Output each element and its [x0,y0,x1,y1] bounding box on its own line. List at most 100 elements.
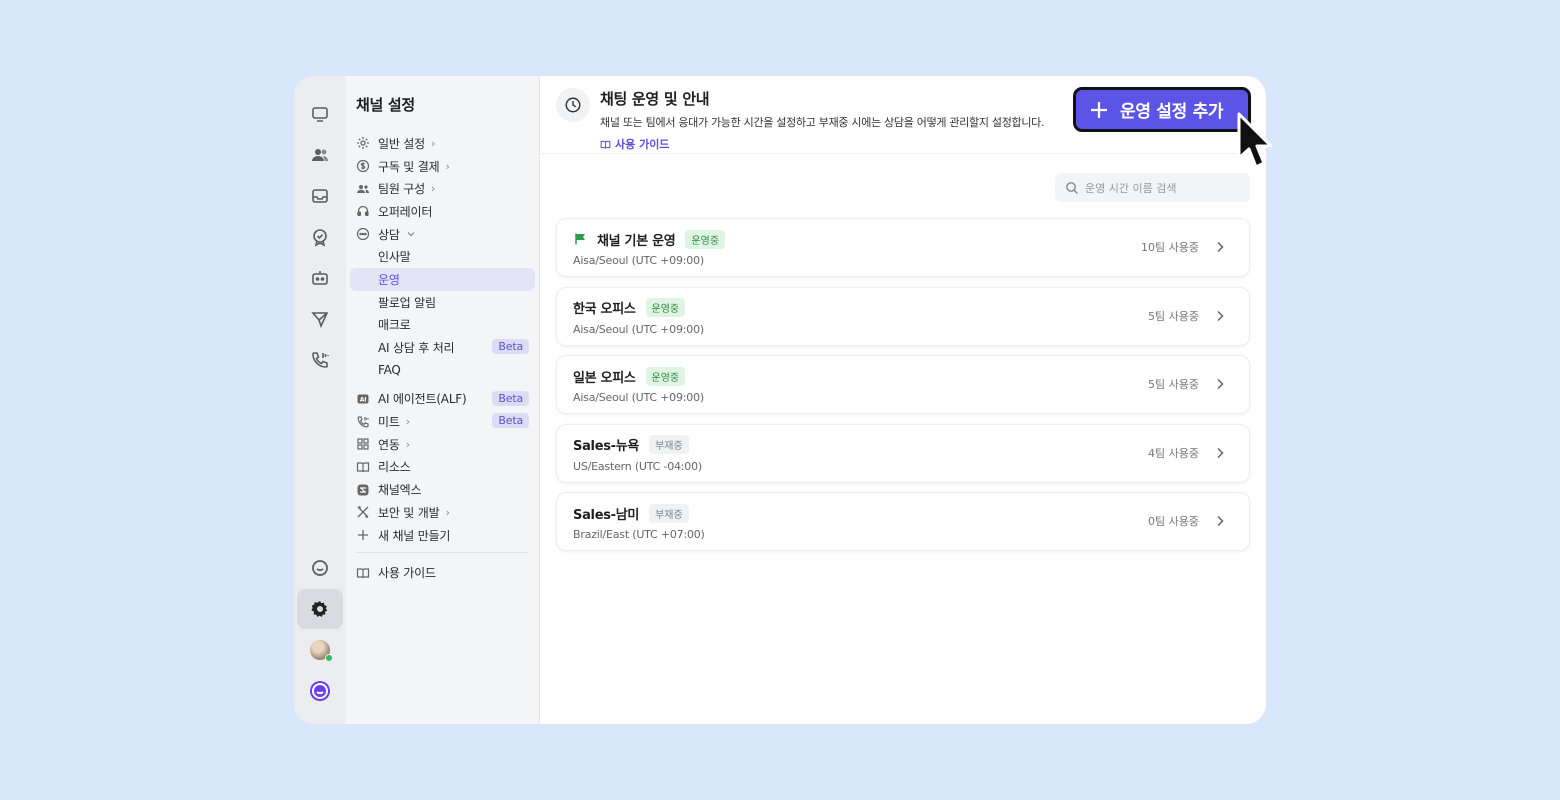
tools-icon [356,505,370,519]
status-badge: 부재중 [649,435,689,454]
rail-profile[interactable] [297,630,343,670]
online-status-dot [325,654,333,662]
app-window: 채널 설정 일반 설정 › 구독 및 결제 › 팀원 구성 › 오퍼레이터 상담… [294,76,1266,724]
book-icon [356,460,370,474]
team-count: 5팀 사용중 [1148,309,1199,323]
chevron-right-icon: › [405,415,410,429]
chevron-right-icon [1217,447,1224,458]
team-count: 0팀 사용중 [1148,515,1199,528]
status-badge: 부재중 [649,503,689,523]
operation-card[interactable]: Sales-남미 부재중 Brazil/East (UTC +07:00) 0팀… [556,492,1250,551]
card-name: 한국 오피스 [573,302,636,317]
chevron-right-icon: › [445,505,450,519]
nav-operators[interactable]: 오퍼레이터 [350,200,535,223]
chevron-right-icon: › [430,136,436,150]
beta-badge: Beta [492,413,529,429]
chevron-right-icon [1217,310,1224,321]
nav-ai-agent[interactable]: AI AI 에이전트(ALF) Beta [350,388,535,411]
nav-consult[interactable]: 상담 [350,223,535,246]
plus-icon [1091,101,1107,118]
users-icon [356,182,370,196]
card-timezone: Aisa/Seoul (UTC +09:00) [573,322,704,336]
nav-macro[interactable]: 매크로 [350,314,535,337]
chevron-right-icon [1217,241,1224,253]
rail-send[interactable] [297,299,343,339]
page-title: 채팅 운영 및 안내 [600,90,710,108]
nav-new-channel[interactable]: 새 채널 만들기 [350,524,535,547]
operation-card[interactable]: 채널 기본 운영 운영중 Aisa/Seoul (UTC +09:00) 10팀… [556,218,1250,277]
page-description: 채널 또는 팀에서 응대가 가능한 시간을 설정하고 부재중 시에는 상담을 어… [600,116,1045,129]
nav-operation[interactable]: 운영 [350,268,535,291]
nav-meet[interactable]: 미트 › Beta [350,410,535,433]
book-icon [356,566,370,580]
team-count: 10팀 사용중 [1141,241,1199,254]
clock-icon [565,97,581,113]
rail-settings[interactable] [297,589,343,629]
nav-channelx[interactable]: 채널엑스 [350,478,535,501]
main-content: 채팅 운영 및 안내 채널 또는 팀에서 응대가 가능한 시간을 설정하고 부재… [540,76,1266,724]
chevron-right-icon [1217,378,1224,390]
nav-team-members[interactable]: 팀원 구성 › [350,177,535,200]
dollar-icon [356,159,370,173]
rail-inbox[interactable] [297,176,343,216]
ai-icon: AI [356,392,370,406]
card-timezone: Brazil/East (UTC +07:00) [573,528,705,541]
settings-sidebar: 채널 설정 일반 설정 › 구독 및 결제 › 팀원 구성 › 오퍼레이터 상담… [346,76,540,724]
rail-monitor[interactable] [297,94,343,134]
chevron-right-icon [1217,515,1224,527]
monitor-icon [312,107,328,122]
user-guide-link[interactable]: 사용 가이드 [600,136,1044,152]
nav-billing[interactable]: 구독 및 결제 › [350,155,535,178]
nav-general-settings[interactable]: 일반 설정 › [350,132,535,155]
nav-security-dev[interactable]: 보안 및 개발 › [350,501,535,524]
status-badge: 운영중 [645,366,686,386]
add-operation-setting-button[interactable]: 운영 설정 추가 [1073,87,1251,132]
nav-faq[interactable]: FAQ [350,359,535,382]
chat-bubble-icon [312,560,328,576]
svg-text:AI: AI [360,397,366,404]
plus-icon [356,528,370,542]
rail-contacts[interactable] [297,135,343,175]
clock-icon-wrap [556,88,590,122]
send-icon [311,312,329,329]
beta-badge: Beta [492,339,529,355]
phone-icon [312,352,329,368]
chevron-right-icon: › [405,437,410,451]
team-count: 5팀 사용중 [1148,378,1199,391]
phone-icon [356,415,370,429]
nav-followup[interactable]: 팔로업 알림 [350,291,535,314]
beta-badge: Beta [492,390,529,406]
badge-check-icon [313,229,327,247]
operation-card[interactable]: 일본 오피스 운영중 Aisa/Seoul (UTC +09:00) 5팀 사용… [556,355,1250,414]
rail-brand[interactable] [297,671,343,711]
nav-resources[interactable]: 리소스 [350,456,535,479]
bot-icon [312,271,328,285]
channel-logo-icon [310,681,330,701]
search-icon [1066,181,1078,194]
rail-tasks[interactable] [297,217,343,257]
card-timezone: Aisa/Seoul (UTC +09:00) [573,254,704,267]
chevron-down-icon [406,229,416,239]
nav-integrations[interactable]: 연동 › [350,433,535,456]
rail-bot[interactable] [297,258,343,298]
search-input[interactable]: 운영 시간 이름 검색 [1055,173,1250,202]
headset-icon [356,204,370,218]
icon-rail [294,76,346,724]
card-timezone: US/Eastern (UTC -04:00) [573,459,702,473]
team-count: 4팀 사용중 [1148,446,1199,460]
rail-channel-home[interactable] [297,548,343,588]
users-icon [312,149,328,161]
status-badge: 운영중 [645,298,686,317]
nav-ai-post-processing[interactable]: AI 상담 후 처리 Beta [350,336,535,359]
nav-greeting[interactable]: 인사말 [350,245,535,268]
card-name: 채널 기본 운영 [597,233,676,249]
nav-user-guide[interactable]: 사용 가이드 [350,561,535,584]
operation-card[interactable]: Sales-뉴욕 부재중 US/Eastern (UTC -04:00) 4팀 … [556,423,1250,483]
card-name: Sales-남미 [573,507,640,523]
rail-call[interactable] [297,340,343,380]
operation-card[interactable]: 한국 오피스 운영중 Aisa/Seoul (UTC +09:00) 5팀 사용… [556,286,1250,346]
mouse-cursor-icon [1237,112,1273,169]
card-timezone: Aisa/Seoul (UTC +09:00) [573,391,704,404]
card-name: 일본 오피스 [573,370,636,386]
chevron-right-icon: › [430,182,436,196]
